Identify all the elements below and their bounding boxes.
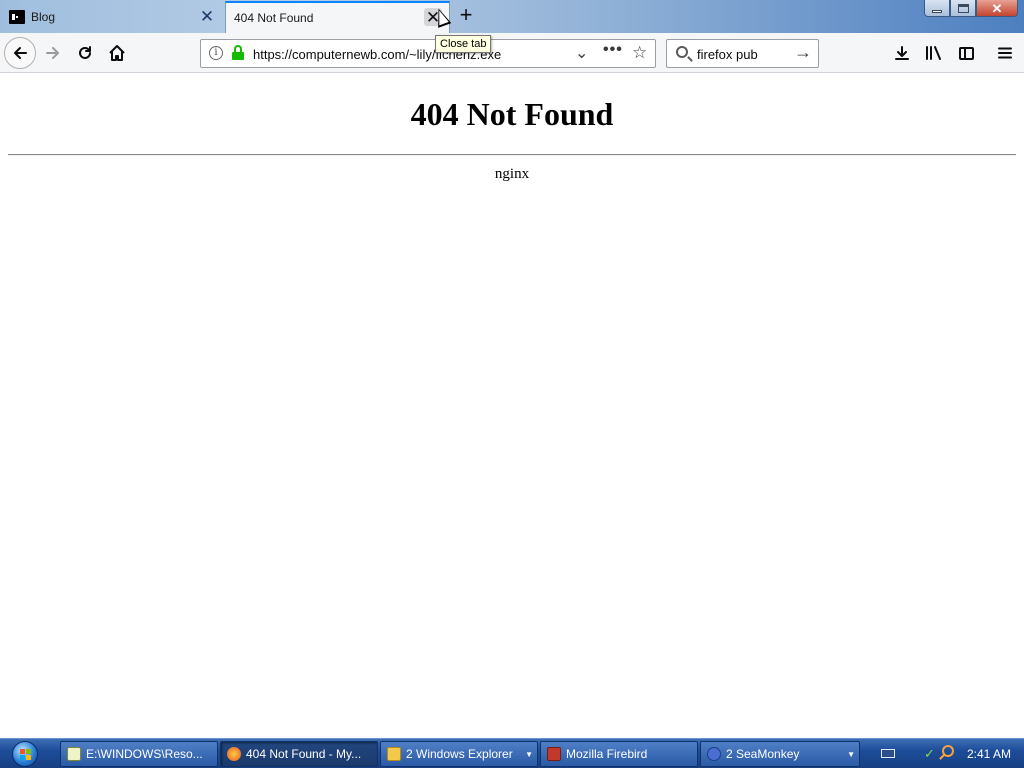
restore-icon: [957, 3, 969, 13]
seamonkey-icon: [707, 747, 721, 761]
search-tray-icon[interactable]: [942, 745, 954, 757]
hamburger-menu-icon: [998, 47, 1012, 59]
firebird-icon: [547, 747, 561, 761]
new-tab-button[interactable]: +: [455, 4, 477, 27]
taskbar-button-label: 404 Not Found - My...: [246, 747, 362, 761]
server-signature: nginx: [494, 166, 530, 182]
taskbar-button-windows-explorer[interactable]: 2 Windows Explorer ▼: [380, 741, 538, 767]
taskbar-button-label: Mozilla Firebird: [566, 747, 648, 761]
close-tab-tooltip: Close tab: [435, 35, 492, 53]
taskbar-button-firebird[interactable]: Mozilla Firebird: [540, 741, 698, 767]
taskbar-button-label: E:\WINDOWS\Reso...: [86, 747, 203, 761]
terminal-favicon-icon: [9, 10, 25, 24]
start-button[interactable]: [6, 740, 44, 768]
tab-strip: Blog ✕ 404 Not Found ✕ + ✕: [0, 0, 1024, 33]
dropdown-arrow-icon: ▼: [847, 750, 855, 759]
library-icon: [926, 46, 941, 60]
window-controls: ✕: [924, 0, 1018, 17]
home-button[interactable]: [101, 37, 133, 69]
close-icon[interactable]: ✕: [198, 7, 216, 25]
forward-button[interactable]: [37, 37, 69, 69]
url-bar[interactable]: i https://computernewb.com/~lily/flchenz…: [200, 39, 656, 68]
library-button[interactable]: [922, 41, 946, 65]
page-title: 404 Not Found: [410, 96, 614, 132]
minimize-icon: [932, 9, 942, 13]
site-info-icon[interactable]: i: [209, 46, 223, 60]
tab-404-not-found[interactable]: 404 Not Found ✕: [225, 1, 450, 33]
lock-icon[interactable]: [231, 45, 245, 61]
arrow-left-icon: [14, 47, 27, 59]
network-icon[interactable]: ✓: [924, 746, 936, 761]
search-icon: [676, 46, 688, 58]
arrow-right-icon: [46, 47, 59, 59]
divider: [8, 154, 1016, 156]
home-icon: [109, 45, 125, 61]
tab-label: 404 Not Found: [234, 11, 314, 25]
minimize-button[interactable]: [924, 0, 950, 17]
close-icon: ✕: [991, 0, 1003, 16]
page-actions-more-icon[interactable]: •••: [603, 41, 623, 59]
taskbar-button-label: 2 Windows Explorer: [406, 747, 513, 761]
back-button[interactable]: [4, 37, 36, 69]
folder-icon: [387, 747, 401, 761]
dropdown-arrow-icon: ▼: [525, 750, 533, 759]
windows-logo-icon: [12, 741, 38, 767]
search-bar[interactable]: firefox pub →: [666, 39, 819, 68]
firefox-icon: [227, 747, 241, 761]
search-input[interactable]: firefox pub: [697, 47, 758, 62]
restore-button[interactable]: [950, 0, 976, 17]
reload-button[interactable]: [69, 37, 101, 69]
taskbar: E:\WINDOWS\Reso... 404 Not Found - My...…: [0, 738, 1024, 768]
download-icon: [895, 46, 909, 60]
tab-blog[interactable]: Blog ✕: [0, 1, 225, 33]
sidebar-icon: [958, 46, 974, 60]
page-content: 404 Not Found nginx: [0, 74, 1024, 738]
chevron-down-icon[interactable]: ⌄: [575, 43, 588, 63]
downloads-button[interactable]: [890, 41, 914, 65]
window-close-button[interactable]: ✕: [976, 0, 1018, 17]
notepad-icon: [67, 747, 81, 761]
taskbar-button-label: 2 SeaMonkey: [726, 747, 800, 761]
keyboard-icon[interactable]: [881, 749, 895, 758]
reload-icon: [79, 46, 91, 59]
taskbar-button-firefox[interactable]: 404 Not Found - My...: [220, 741, 378, 767]
search-go-arrow-icon[interactable]: →: [794, 42, 812, 63]
sidebar-toggle-button[interactable]: [954, 41, 978, 65]
clock[interactable]: 2:41 AM: [967, 747, 1011, 761]
menu-button[interactable]: [993, 41, 1017, 65]
navigation-toolbar: i https://computernewb.com/~lily/flchenz…: [0, 33, 1024, 73]
taskbar-button-seamonkey[interactable]: 2 SeaMonkey ▼: [700, 741, 860, 767]
system-tray: ✓ 2:41 AM: [876, 741, 1024, 767]
tab-label: Blog: [31, 10, 56, 24]
bookmark-star-icon[interactable]: ☆: [632, 43, 647, 63]
taskbar-button-notepad[interactable]: E:\WINDOWS\Reso...: [60, 741, 218, 767]
